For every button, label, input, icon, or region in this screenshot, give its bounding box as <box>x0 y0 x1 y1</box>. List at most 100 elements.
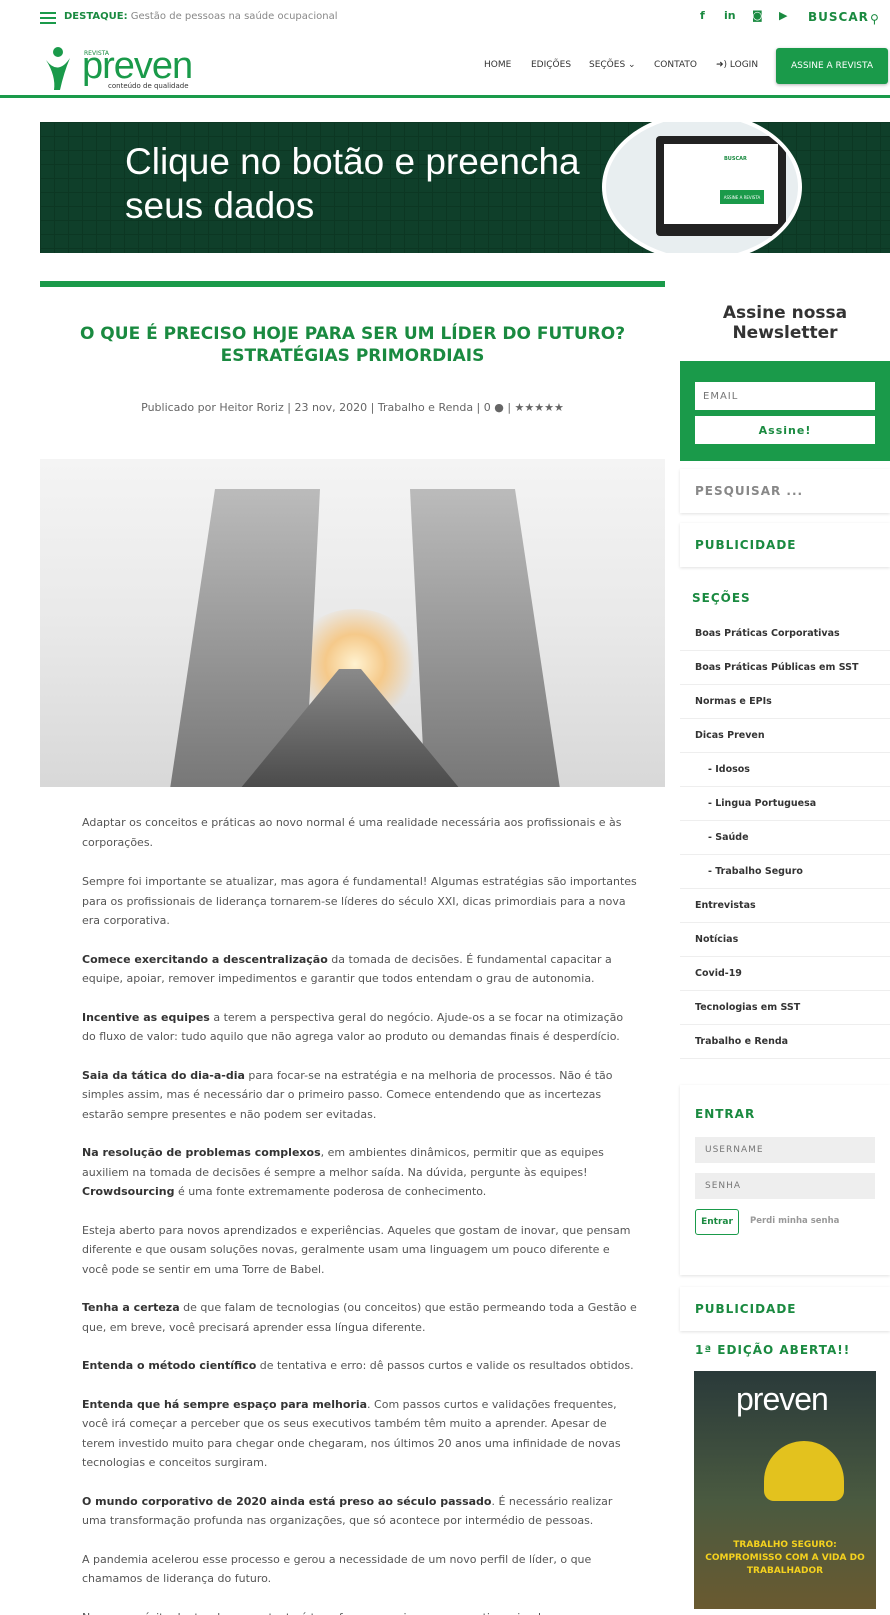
sidebar-section-item[interactable]: Covid-19 <box>680 957 890 991</box>
newsletter-title: Assine nossa Newsletter <box>722 303 848 343</box>
article-paragraph: Entenda que há sempre espaço para melhor… <box>82 1395 637 1473</box>
sidebar-section-item[interactable]: Notícias <box>680 923 890 957</box>
article-paragraph: A pandemia acelerou esse processo e gero… <box>82 1550 637 1589</box>
article-paragraph: Esteja aberto para novos aprendizados e … <box>82 1221 637 1280</box>
article-paragraph: Entenda o método científico de tentativa… <box>82 1356 637 1376</box>
ad-widget: PUBLICIDADE <box>680 523 890 567</box>
sections-list: Boas Práticas Corporativas Boas Práticas … <box>680 617 890 1059</box>
magazine-headline: TRABALHO SEGURO: COMPROMISSO COM A VIDA … <box>705 1540 865 1576</box>
sections-heading: SEÇÕES <box>692 591 751 605</box>
password-field[interactable]: SENHA <box>695 1173 875 1199</box>
sidebar-section-item[interactable]: Dicas Preven <box>680 719 890 753</box>
nav-secoes[interactable]: SEÇÕES ⌄ <box>589 60 636 70</box>
subscribe-button[interactable]: ASSINE A REVISTA <box>776 48 888 84</box>
article-paragraph: Tenha a certeza de que falam de tecnolog… <box>82 1298 637 1337</box>
right-silhouette <box>410 489 560 787</box>
newsletter-form: Assine! <box>680 361 890 461</box>
article-paragraph: Sempre foi importante se atualizar, mas … <box>82 872 637 931</box>
article-meta: Publicado por Heitor Roriz | 23 nov, 202… <box>141 401 564 414</box>
forgot-password-link[interactable]: Perdi minha senha <box>750 1216 839 1226</box>
article-hero-image <box>40 459 665 787</box>
search-link[interactable]: BUSCAR <box>808 10 869 24</box>
promo-banner[interactable]: Clique no botão e preencha seus dados BU… <box>40 122 890 253</box>
magazine-cover[interactable]: preven TRABALHO SEGURO: COMPROMISSO COM … <box>694 1371 876 1609</box>
article-paragraph: O mundo corporativo de 2020 ainda está p… <box>82 1492 637 1531</box>
sidebar-section-item[interactable]: Tecnologias em SST <box>680 991 890 1025</box>
facebook-icon[interactable]: f <box>700 9 705 22</box>
site-logo[interactable]: REVISTA preven conteúdo de qualidade <box>44 40 204 94</box>
nav-contato[interactable]: CONTATO <box>654 60 697 70</box>
publicidade-heading: PUBLICIDADE <box>695 538 797 552</box>
edition-heading: 1ª EDIÇÃO ABERTA!! <box>695 1343 851 1357</box>
highlight-label: DESTAQUE: <box>64 11 128 22</box>
paragraph-text: Sempre foi importante se atualizar, mas … <box>82 875 637 927</box>
paragraph-text: de tentativa e erro: dê passos curtos e … <box>256 1359 634 1372</box>
linkedin-icon[interactable]: in <box>724 9 736 22</box>
laptop-icon: BUSCAR ASSINE A REVISTA <box>656 136 786 236</box>
site-header: REVISTA preven conteúdo de qualidade HOM… <box>0 36 890 98</box>
email-field[interactable] <box>695 382 875 410</box>
banner-text: Clique no botão e preencha seus dados <box>125 141 580 226</box>
article-paragraph: Saia da tática do dia-a-dia para focar-s… <box>82 1066 637 1125</box>
ad-widget-2: PUBLICIDADE <box>680 1287 890 1331</box>
mini-subscribe-button: ASSINE A REVISTA <box>720 190 764 204</box>
banner-laptop-image: BUSCAR ASSINE A REVISTA <box>602 122 802 253</box>
paragraph-text: Nosso propósito dentro desse contexto é … <box>82 1611 606 1615</box>
article-body: Adaptar os conceitos e práticas ao novo … <box>82 813 637 1615</box>
nav-edicoes[interactable]: EDIÇÕES <box>531 60 571 70</box>
article-paragraph: Incentive as equipes a terem a perspecti… <box>82 1008 637 1047</box>
paragraph-bold: Crowdsourcing <box>82 1185 175 1198</box>
paragraph-bold: Na resolução de problemas complexos <box>82 1146 321 1159</box>
paragraph-bold: Tenha a certeza <box>82 1301 180 1314</box>
highlight-link[interactable]: Gestão de pessoas na saúde ocupacional <box>131 11 338 22</box>
article-paragraph: Comece exercitando a descentralização da… <box>82 950 637 989</box>
sidebar-section-item[interactable]: Boas Práticas Públicas em SST <box>680 651 890 685</box>
paragraph-text: Esteja aberto para novos aprendizados e … <box>82 1223 631 1276</box>
highlight-text[interactable]: DESTAQUE: Gestão de pessoas na saúde ocu… <box>64 11 338 22</box>
paragraph-bold: O mundo corporativo de 2020 ainda está p… <box>82 1494 492 1508</box>
logo-main-text: preven <box>82 45 193 87</box>
sidebar-section-item[interactable]: Boas Práticas Corporativas <box>680 617 890 651</box>
sidebar-search-input[interactable]: PESQUISAR ... <box>695 484 803 498</box>
sidebar-section-item[interactable]: Normas e EPIs <box>680 685 890 719</box>
login-heading: ENTRAR <box>695 1107 756 1121</box>
logo-tagline: conteúdo de qualidade <box>108 82 189 90</box>
article-top-bar <box>40 281 665 287</box>
sidebar-section-item[interactable]: - Idosos <box>680 753 890 787</box>
nav-login[interactable]: ➜) LOGIN <box>716 60 758 70</box>
article-paragraph: Na resolução de problemas complexos, em … <box>82 1143 637 1202</box>
paragraph-text: Adaptar os conceitos e práticas ao novo … <box>82 816 622 849</box>
login-button[interactable]: Entrar <box>695 1209 739 1235</box>
menu-icon[interactable] <box>40 12 56 24</box>
youtube-icon[interactable]: ▶ <box>779 9 787 22</box>
mini-buscar-text: BUSCAR <box>724 156 747 162</box>
sidebar-section-item[interactable]: - Saúde <box>680 821 890 855</box>
magazine-title: preven <box>736 1381 829 1417</box>
paragraph-bold: Entenda o método científico <box>82 1359 257 1372</box>
sidebar-section-item[interactable]: Entrevistas <box>680 889 890 923</box>
article-paragraph: Adaptar os conceitos e práticas ao novo … <box>82 813 637 852</box>
paragraph-bold: Incentive as equipes <box>82 1010 210 1024</box>
publicidade-heading-2: PUBLICIDADE <box>695 1302 797 1316</box>
top-bar: DESTAQUE: Gestão de pessoas na saúde ocu… <box>0 0 890 36</box>
sidebar-section-item[interactable]: - Lingua Portuguesa <box>680 787 890 821</box>
laptop-screen: BUSCAR ASSINE A REVISTA <box>664 144 778 224</box>
paragraph-text: A pandemia acelerou esse processo e gero… <box>82 1552 592 1586</box>
paragraph-bold: Entenda que há sempre espaço para melhor… <box>82 1397 368 1411</box>
username-field[interactable]: USERNAME <box>695 1137 875 1163</box>
helmet-icon <box>764 1441 844 1501</box>
article: O QUE É PRECISO HOJE PARA SER UM LÍDER D… <box>40 281 665 1615</box>
newsletter-submit-button[interactable]: Assine! <box>695 416 875 444</box>
sidebar-section-item[interactable]: Trabalho e Renda <box>680 1025 890 1059</box>
sidebar-section-item[interactable]: - Trabalho Seguro <box>680 855 890 889</box>
nav-home[interactable]: HOME <box>484 60 511 70</box>
paragraph-text: é uma fonte extremamente poderosa de con… <box>174 1185 487 1198</box>
search-widget: PESQUISAR ... <box>680 469 890 513</box>
paragraph-bold: Saia da tática do dia-a-dia <box>82 1068 245 1082</box>
logo-figure-icon <box>46 47 70 90</box>
article-paragraph: Nosso propósito dentro desse contexto é … <box>82 1608 637 1615</box>
article-title: O QUE É PRECISO HOJE PARA SER UM LÍDER D… <box>79 324 626 366</box>
instagram-icon[interactable]: ◙ <box>752 9 763 22</box>
paragraph-bold: Comece exercitando a descentralização <box>82 952 328 966</box>
search-icon[interactable]: ⚲ <box>870 12 879 26</box>
